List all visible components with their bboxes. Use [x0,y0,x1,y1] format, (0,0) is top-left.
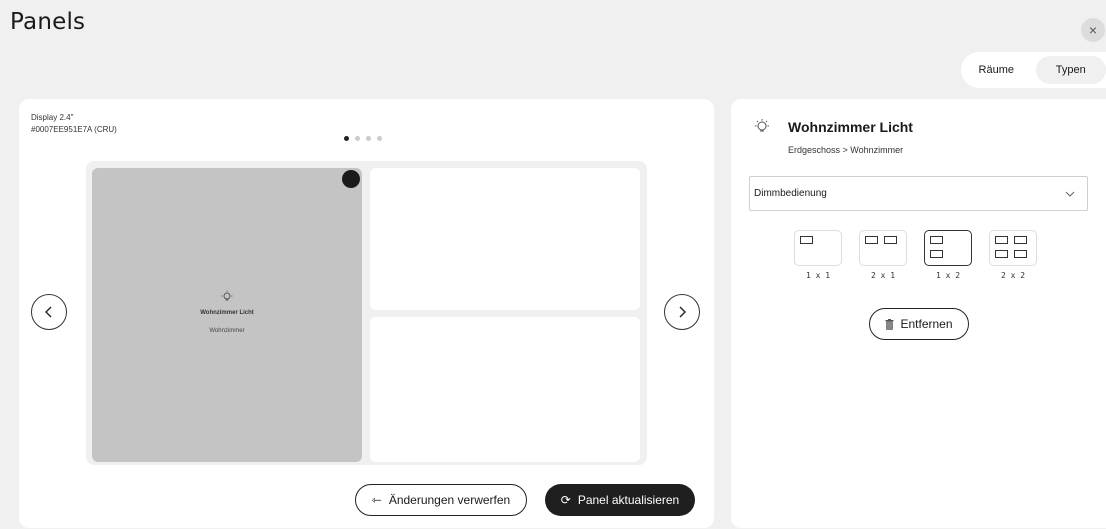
display-id: #0007EE951E7A (CRU) [31,125,117,134]
remove-label: Entfernen [900,317,953,331]
chevron-left-icon [45,306,52,318]
empty-tile-slot[interactable] [370,168,640,310]
layout-label: 1 x 1 [805,271,831,280]
layout-2x2-icon [989,230,1037,266]
layout-1x1[interactable]: 1 x 1 [794,230,842,280]
empty-tile-slot[interactable] [370,317,640,462]
layout-1x2-icon [924,230,972,266]
tile-wohnzimmer-licht[interactable]: Wohnzimmer Licht Wohnzimmer [92,168,362,462]
layout-2x1-icon [859,230,907,266]
discard-changes-button[interactable]: ⇽ Änderungen verwerfen [355,484,527,516]
next-page-button[interactable] [664,294,700,330]
tile-size-options: 1 x 1 2 x 1 1 x 2 2 x 2 [794,230,1037,280]
page-dot[interactable] [355,136,360,141]
layout-label: 1 x 2 [935,271,961,280]
toggle-typen[interactable]: Typen [1035,56,1106,84]
tile-room: Wohnzimmer [209,328,245,334]
update-label: Panel aktualisieren [577,493,680,507]
page-indicator [344,136,382,141]
close-icon: × [1088,22,1098,38]
control-type-value: Dimmbedienung [754,188,827,199]
layout-2x1[interactable]: 2 x 1 [859,230,907,280]
detail-title: Wohnzimmer Licht [788,119,913,135]
page-dot[interactable] [377,136,382,141]
panel-layout-preview: Wohnzimmer Licht Wohnzimmer [86,161,647,465]
trash-icon [885,318,894,330]
detail-breadcrumb: Erdgeschoss > Wohnzimmer [788,145,904,155]
tile-name: Wohnzimmer Licht [200,310,254,316]
previous-page-button[interactable] [31,294,67,330]
layout-2x2[interactable]: 2 x 2 [989,230,1037,280]
page-dot[interactable] [344,136,349,141]
lightbulb-icon [753,118,771,139]
chevron-right-icon [679,306,686,318]
close-button[interactable]: × [1081,18,1105,42]
page-dot[interactable] [366,136,371,141]
refresh-icon: ⟳ [560,493,571,507]
discard-label: Änderungen verwerfen [388,493,511,507]
layout-label: 2 x 2 [1000,271,1026,280]
layout-1x1-icon [794,230,842,266]
page-title: Panels [10,9,86,35]
selected-badge [342,170,360,188]
tile-detail-card: Wohnzimmer Licht Erdgeschoss > Wohnzimme… [731,99,1106,528]
layout-label: 2 x 1 [870,271,896,280]
layout-1x2[interactable]: 1 x 2 [924,230,972,280]
display-name: Display 2.4" [31,113,74,122]
toggle-raeume[interactable]: Räume [961,52,1032,88]
update-panel-button[interactable]: ⟳ Panel aktualisieren [545,484,695,516]
view-toggle: Räume Typen [961,52,1106,88]
control-type-select[interactable]: Dimmbedienung [749,176,1088,211]
panel-preview-card: Display 2.4" #0007EE951E7A (CRU) Wohnzim… [19,99,714,528]
lightbulb-icon [92,290,362,307]
undo-arrow-icon: ⇽ [371,493,382,507]
chevron-down-icon [1065,191,1075,197]
remove-button[interactable]: Entfernen [869,308,969,340]
